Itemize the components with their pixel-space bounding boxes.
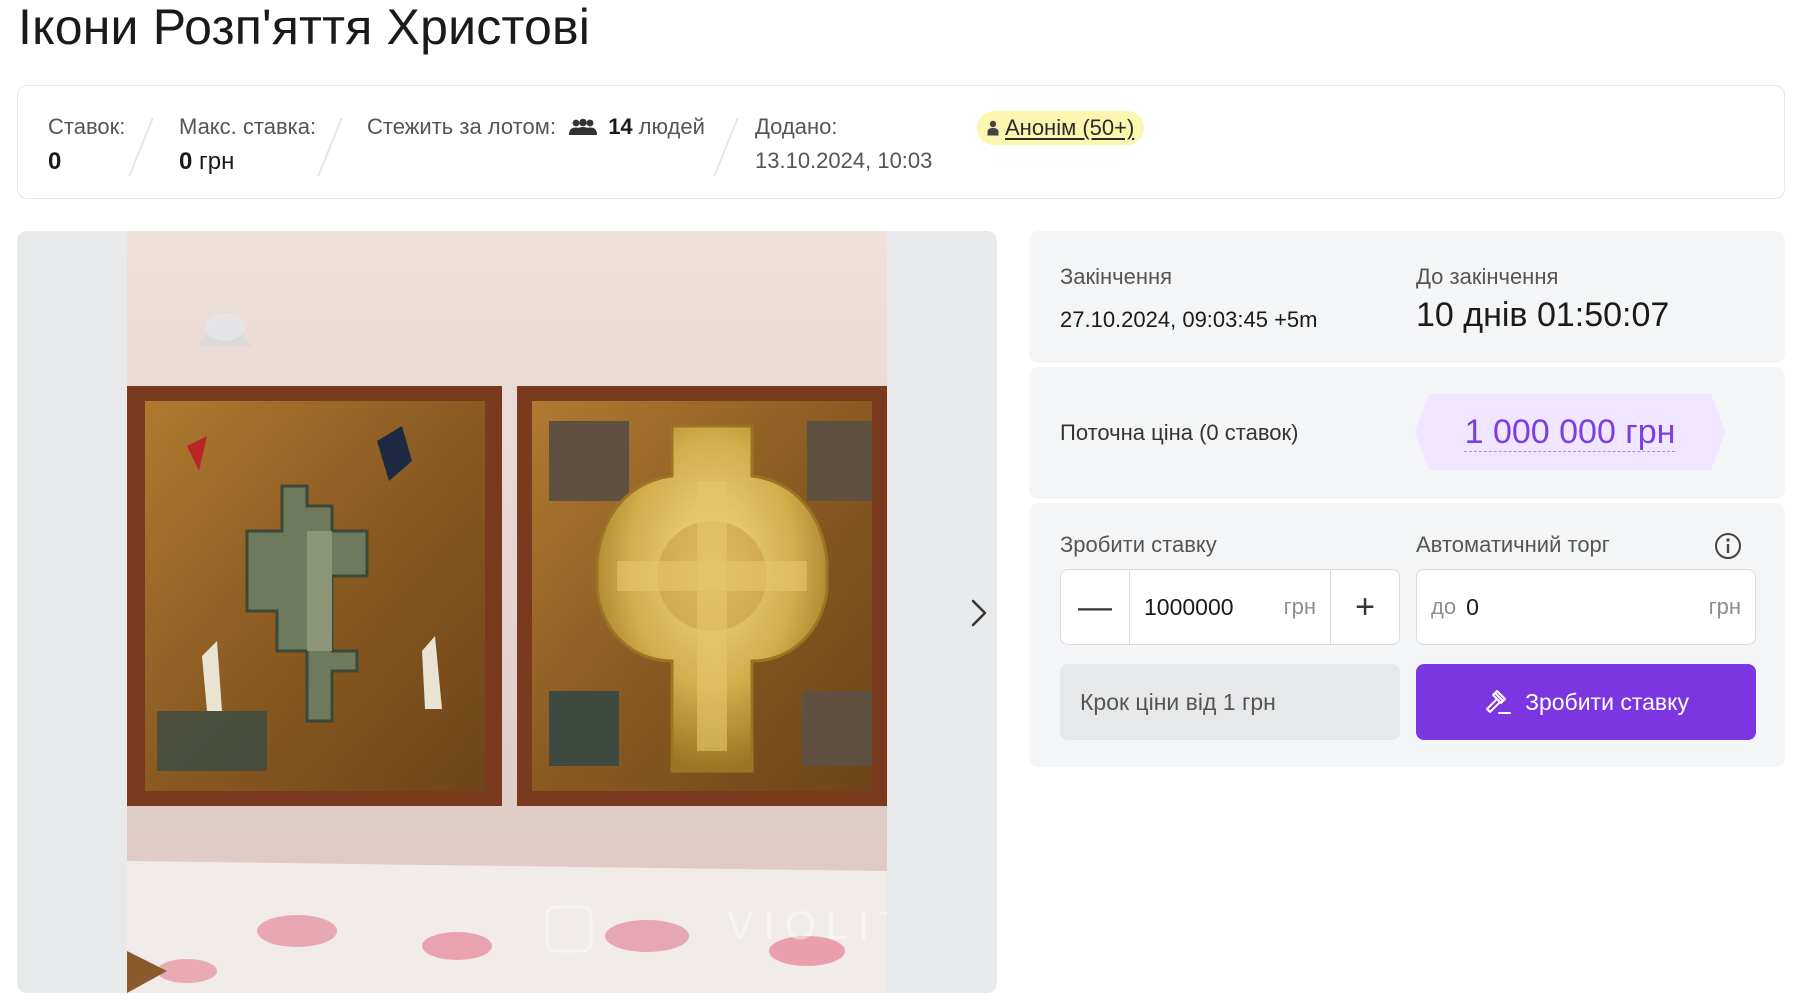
decrease-bid-button[interactable]: — <box>1061 570 1129 644</box>
max-bid-value: 0 грн <box>179 148 235 175</box>
place-bid-label: Зробити ставку <box>1525 688 1689 715</box>
bid-amount-input[interactable]: 1000000 грн <box>1129 570 1331 644</box>
seller-name: Анонім (50+) <box>1005 115 1135 140</box>
lot-stats-bar: Ставок: 0 Макс. ставка: 0 грн Стежить за… <box>17 85 1785 199</box>
countdown-timer: 10 днів 01:50:07 <box>1416 296 1670 334</box>
current-price-value: 1 000 000 грн <box>1464 412 1676 451</box>
watchers-stat: Стежить за лотом: 14 людей <box>367 114 705 140</box>
auto-bid-value: 0 <box>1466 593 1479 620</box>
watchers-count: 14 <box>608 114 633 139</box>
next-photo-arrow-icon[interactable] <box>965 593 993 633</box>
timing-panel: Закінчення 27.10.2024, 09:03:45 +5m До з… <box>1029 231 1785 363</box>
added-label: Додано: <box>755 114 838 139</box>
bid-panel: Зробити ставку Автоматичний торг — 10000… <box>1029 503 1785 767</box>
max-bid-label: Макс. ставка: <box>179 114 317 139</box>
bids-count-stat: Ставок: 0 <box>48 114 125 176</box>
gavel-icon <box>1486 690 1512 714</box>
current-price-panel: Поточна ціна (0 ставок) 1 000 000 грн <box>1029 367 1785 499</box>
max-bid-stat: Макс. ставка: 0 грн <box>179 114 316 176</box>
current-price-label: Поточна ціна (0 ставок) <box>1060 420 1299 445</box>
place-bid-button[interactable]: Зробити ставку <box>1416 664 1756 740</box>
bids-count-value: 0 <box>48 148 62 175</box>
info-icon[interactable] <box>1714 532 1742 560</box>
watchers-unit: людей <box>638 114 705 139</box>
added-stat: Додано: 13.10.2024, 10:03 <box>755 114 932 174</box>
page-title: Ікони Розп'яття Христові <box>18 0 591 55</box>
bid-amount-stepper: — 1000000 грн + <box>1060 569 1400 645</box>
photo-gallery: VIOLITY <box>17 231 997 993</box>
auto-bid-prefix: до <box>1431 594 1457 619</box>
remaining-label: До закінчення <box>1416 264 1559 289</box>
bid-currency: грн <box>1283 594 1316 619</box>
bid-step-info: Крок ціни від 1 грн <box>1060 664 1400 740</box>
user-icon <box>987 120 999 136</box>
watchers-label: Стежить за лотом: <box>367 114 556 139</box>
auto-bid-currency: грн <box>1708 594 1741 619</box>
stat-divider <box>713 118 739 176</box>
auto-bid-input[interactable]: до 0 грн <box>1416 569 1756 645</box>
bid-label: Зробити ставку <box>1060 532 1217 557</box>
seller-link[interactable]: Анонім (50+) <box>977 111 1145 145</box>
current-price-badge[interactable]: 1 000 000 грн <box>1415 394 1725 470</box>
end-label: Закінчення <box>1060 264 1173 289</box>
increase-bid-button[interactable]: + <box>1331 570 1399 644</box>
stat-divider <box>317 118 343 176</box>
lot-photo[interactable]: VIOLITY <box>127 231 887 993</box>
stat-divider <box>128 118 154 176</box>
watermark-text: VIOLITY <box>727 904 887 948</box>
bid-amount-value: 1000000 <box>1144 593 1234 620</box>
end-value: 27.10.2024, 09:03:45 +5m <box>1060 307 1318 332</box>
auto-bid-label: Автоматичний торг <box>1416 532 1610 557</box>
people-icon <box>569 118 598 135</box>
bids-count-label: Ставок: <box>48 114 126 139</box>
added-value: 13.10.2024, 10:03 <box>755 148 933 173</box>
